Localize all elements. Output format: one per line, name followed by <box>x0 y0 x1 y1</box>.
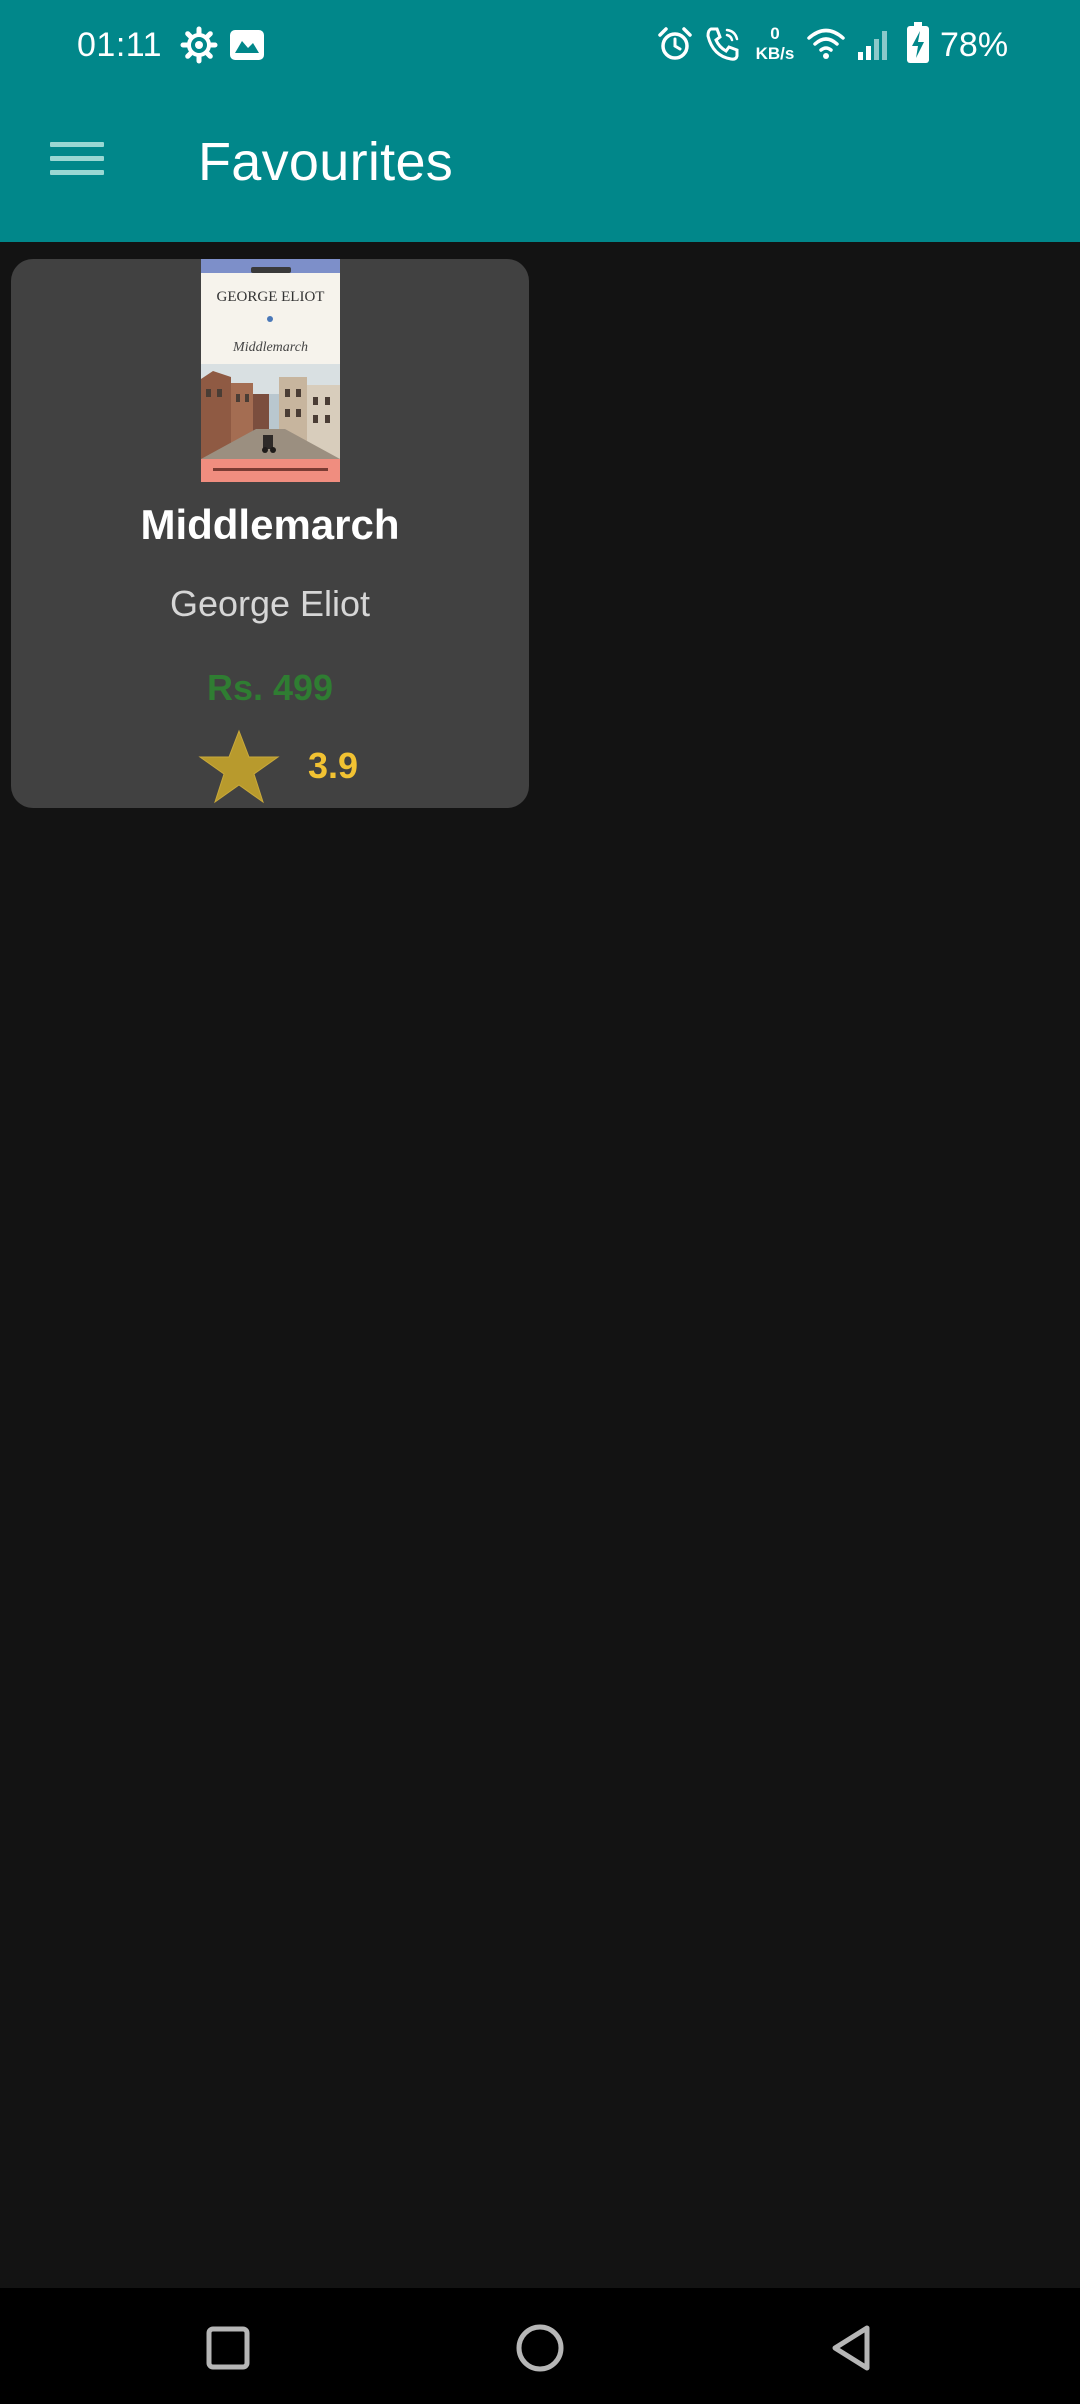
hamburger-menu-icon <box>50 142 104 175</box>
page-title: Favourites <box>198 132 454 192</box>
wifi-icon <box>807 28 845 59</box>
top-bar: 01:11 0 KB/s 78% Favourites <box>0 0 1080 242</box>
recents-square-icon <box>206 2326 250 2370</box>
network-speed: 0 KB/s <box>748 24 802 64</box>
settings-icon <box>180 26 218 64</box>
back-button[interactable] <box>812 2308 892 2388</box>
cover-author-text: GEORGE ELIOT <box>217 289 325 305</box>
network-speed-value: 0 <box>770 24 780 43</box>
battery-charging-icon <box>907 22 929 63</box>
rating-value: 3.9 <box>308 745 359 786</box>
status-time: 01:11 <box>77 26 163 64</box>
wifi-call-icon <box>706 27 739 61</box>
system-navigation-bar <box>0 2288 1080 2404</box>
book-cover-image: GEORGE ELIOT Middlemarch <box>201 259 340 482</box>
book-author: George Eliot <box>169 583 371 624</box>
network-speed-unit: KB/s <box>755 44 795 63</box>
menu-button[interactable] <box>30 112 124 206</box>
battery-percentage: 78% <box>940 26 1009 64</box>
status-bar: 01:11 0 KB/s 78% <box>0 0 1080 90</box>
book-price: Rs. 499 <box>206 667 334 708</box>
recents-button[interactable] <box>188 2308 268 2388</box>
home-circle-icon <box>516 2324 564 2372</box>
book-title: Middlemarch <box>140 501 400 548</box>
book-card[interactable]: GEORGE ELIOT Middlemarch Middlemarch Geo… <box>11 259 529 808</box>
home-button[interactable] <box>500 2308 580 2388</box>
signal-icon <box>858 31 887 60</box>
back-triangle-icon <box>832 2325 870 2371</box>
gallery-icon <box>230 30 264 60</box>
alarm-icon <box>658 27 692 60</box>
app-bar: Favourites <box>0 90 1080 242</box>
cover-title-text: Middlemarch <box>232 340 308 355</box>
star-icon <box>198 729 280 804</box>
book-cover-art: GEORGE ELIOT Middlemarch <box>201 259 340 482</box>
